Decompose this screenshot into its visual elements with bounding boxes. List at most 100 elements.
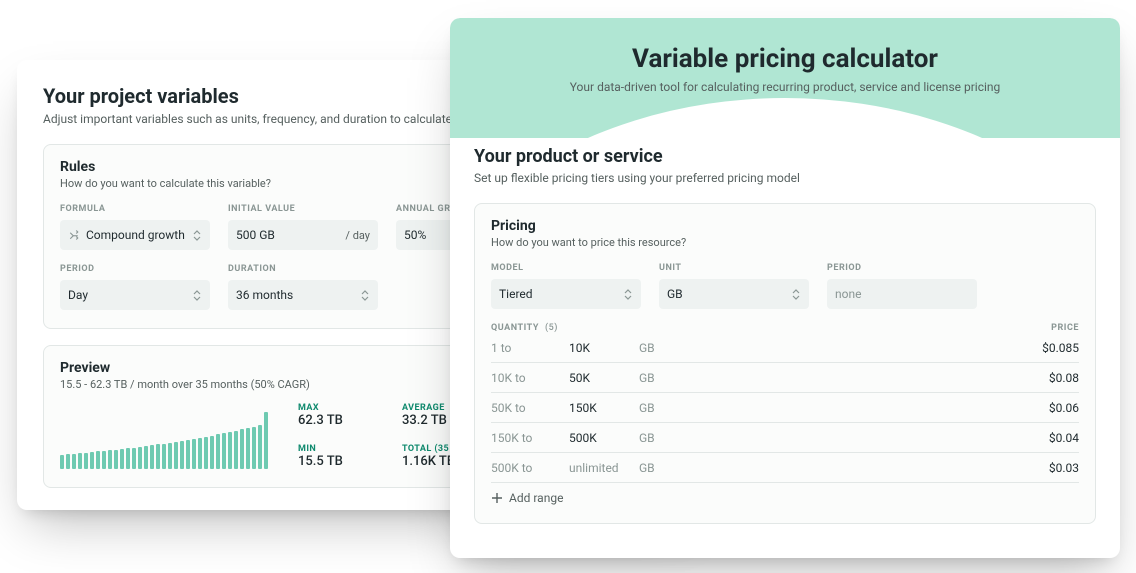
chart-bar [120, 449, 124, 469]
chart-bar [108, 450, 112, 469]
unit-value: GB [667, 287, 683, 301]
chart-bar [252, 427, 256, 469]
chart-bar [228, 432, 232, 469]
chart-bar [162, 444, 166, 469]
chart-bar [210, 436, 214, 469]
preview-bar-chart [60, 409, 270, 469]
tier-row[interactable]: 500K tounlimitedGB$0.03 [491, 453, 1079, 483]
model-label: MODEL [491, 263, 641, 273]
chart-bar [192, 439, 196, 469]
add-range-label: Add range [509, 491, 563, 505]
chart-bar [60, 455, 64, 469]
chart-bar [84, 453, 88, 469]
formula-value: Compound growth [86, 228, 185, 242]
hero-title: Variable pricing calculator [450, 44, 1120, 74]
product-section-subtitle: Set up flexible pricing tiers using your… [474, 171, 1096, 185]
pricing-period-select[interactable]: none [827, 279, 977, 309]
chart-bar [204, 437, 208, 469]
add-range-button[interactable]: Add range [491, 483, 1079, 505]
chart-bar [180, 441, 184, 469]
unit-select[interactable]: GB [659, 279, 809, 309]
tier-from: 50K to [491, 401, 569, 415]
chart-bar [144, 446, 148, 469]
tier-price: $0.085 [1042, 341, 1079, 355]
chart-bar [150, 445, 154, 469]
period-value: Day [68, 288, 88, 302]
chart-bar [258, 425, 262, 469]
pricing-panel: Pricing How do you want to price this re… [474, 203, 1096, 524]
chart-bar [216, 434, 220, 469]
pricing-calculator-card: Variable pricing calculator Your data-dr… [450, 18, 1120, 558]
chart-bar [198, 438, 202, 469]
chart-bar [174, 442, 178, 469]
chevron-updown-icon [360, 287, 370, 303]
chevron-updown-icon [623, 286, 633, 302]
tier-unit: GB [639, 401, 655, 415]
tier-price: $0.06 [1049, 401, 1079, 415]
model-value: Tiered [499, 287, 533, 301]
tier-unit: GB [639, 371, 655, 385]
tier-to: unlimited [569, 461, 639, 475]
tier-from: 1 to [491, 341, 569, 355]
tier-row[interactable]: 150K to500KGB $0.04 [491, 423, 1079, 453]
hero-subtitle: Your data-driven tool for calculating re… [450, 80, 1120, 94]
unit-label: UNIT [659, 263, 809, 273]
tier-from: 150K to [491, 431, 569, 445]
model-select[interactable]: Tiered [491, 279, 641, 309]
chevron-updown-icon [791, 286, 801, 302]
chevron-updown-icon [192, 227, 202, 243]
period-label: PERIOD [60, 264, 210, 274]
pricing-title: Pricing [491, 218, 1079, 234]
formula-label: FORMULA [60, 204, 210, 214]
tier-header-row: QUANTITY (5) PRICE [491, 323, 1079, 333]
tier-to: 500K [569, 431, 639, 445]
split-icon [68, 229, 80, 241]
duration-value: 36 months [236, 288, 293, 302]
plus-icon [491, 492, 503, 504]
chart-bar [222, 433, 226, 469]
chart-bar [264, 412, 268, 470]
stat-max: MAX 62.3 TB [298, 403, 374, 428]
tier-row[interactable]: 10K to50KGB $0.08 [491, 363, 1079, 393]
quantity-count: (5) [545, 323, 558, 333]
hero-banner: Variable pricing calculator Your data-dr… [450, 18, 1120, 138]
initial-value: 500 GB [236, 228, 275, 242]
chart-bar [138, 447, 142, 469]
chevron-updown-icon [192, 287, 202, 303]
tier-to: 50K [569, 371, 639, 385]
duration-select[interactable]: 36 months [228, 280, 378, 310]
pricing-subtitle: How do you want to price this resource? [491, 236, 1079, 249]
pricing-period-label: PERIOD [827, 263, 977, 273]
chart-bar [240, 429, 244, 469]
chart-bar [66, 454, 70, 469]
product-section-title: Your product or service [474, 146, 1096, 167]
tier-price: $0.08 [1049, 371, 1079, 385]
tier-unit: GB [639, 461, 655, 475]
tier-row[interactable]: 50K to150KGB$0.06 [491, 393, 1079, 423]
chart-bar [90, 452, 94, 469]
quantity-label: QUANTITY [491, 323, 539, 333]
chart-bar [186, 440, 190, 469]
chart-bar [156, 444, 160, 469]
chart-bar [132, 448, 136, 470]
chart-bar [78, 453, 82, 469]
chart-bar [126, 448, 130, 469]
stat-min: MIN 15.5 TB [298, 444, 374, 469]
chart-bar [168, 443, 172, 469]
chart-bar [246, 428, 250, 469]
formula-select[interactable]: Compound growth [60, 220, 210, 250]
tier-to: 10K [569, 341, 639, 355]
tier-row[interactable]: 1 to10KGB$0.085 [491, 333, 1079, 363]
chart-bar [234, 431, 238, 469]
tier-price: $0.03 [1049, 461, 1079, 475]
chart-bar [96, 451, 100, 469]
initial-value-input[interactable]: 500 GB / day [228, 220, 378, 250]
tier-unit: GB [639, 431, 655, 445]
pricing-period-value: none [835, 287, 861, 301]
duration-label: DURATION [228, 264, 378, 274]
chart-bar [114, 450, 118, 469]
tier-price: $0.04 [1049, 431, 1079, 445]
tier-from: 10K to [491, 371, 569, 385]
period-select[interactable]: Day [60, 280, 210, 310]
initial-value-label: INITIAL VALUE [228, 204, 378, 214]
